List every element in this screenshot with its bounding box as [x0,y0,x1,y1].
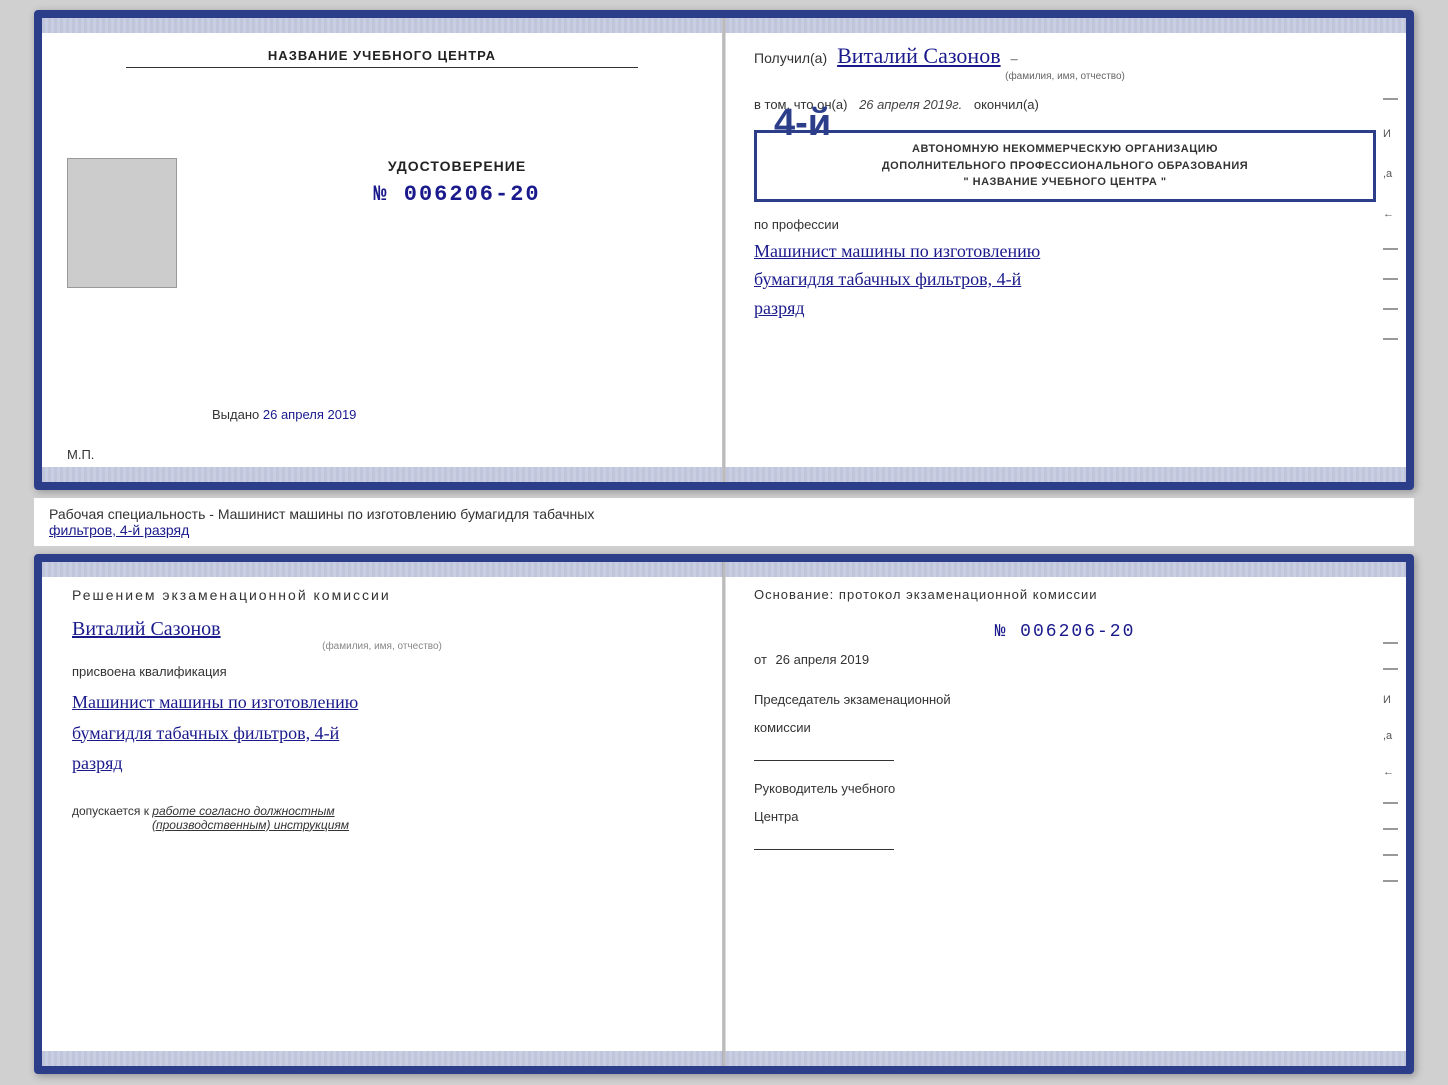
dopusk-prefix: допускается к [72,804,149,818]
dash-1: – [1011,52,1018,68]
qualification-line2: бумагидля табачных фильтров, 4-й [72,718,692,749]
deco-line-3 [1383,278,1398,280]
vtom-date: 26 апреля 2019г. [859,97,962,112]
cert-spine [723,18,726,482]
deco-line-2 [1383,248,1398,250]
rukovoditel-block: Руководитель учебного Центра [754,781,1376,850]
vydano-label: Выдано [212,407,259,422]
rukovoditel-signature-line [754,849,894,850]
resheniem-title: Решением экзаменационной комиссии [72,587,692,603]
dopusk-value: работе согласно должностным [152,804,334,818]
bottom-right-panel: Основание: протокол экзаменационной коми… [724,562,1406,1066]
bottom-left-panel: Решением экзаменационной комиссии Витали… [42,562,724,1066]
ot-date: от 26 апреля 2019 [754,652,1376,667]
profession-line2: бумагидля табачных фильтров, 4-й [754,265,1376,294]
predsedatel-label2: комиссии [754,720,1376,735]
bottom-name: Виталий Сазонов [72,618,692,641]
b-deco-i: И [1383,694,1398,706]
rukovoditel-label2: Центра [754,809,1376,824]
b-deco-line-5 [1383,854,1398,856]
middle-text-main: Рабочая специальность - Машинист машины … [49,506,594,522]
bottom-certificate: Решением экзаменационной комиссии Витали… [34,554,1414,1074]
qualification-line1: Машинист машины по изготовлению [72,687,692,718]
predsedatel-signature-line [754,760,894,761]
poluchil-name: Виталий Сазонов [837,43,1000,69]
b-deco-line-2 [1383,668,1398,670]
cert-right-panel: Получил(а) Виталий Сазонов – (фамилия, и… [724,18,1406,482]
bottom-fio-label: (фамилия, имя, отчество) [72,641,692,652]
prisvoena-label: присвоена квалификация [72,664,692,679]
okonchil: окончил(а) [974,97,1039,112]
po-professii: по профессии [754,217,1376,232]
b-deco-line-3 [1383,802,1398,804]
dopusk-value2: (производственным) инструкциям [152,818,349,832]
b-deco-a: ,а [1383,730,1398,742]
b-deco-line-4 [1383,828,1398,830]
stamp-line2: ДОПОЛНИТЕЛЬНОГО ПРОФЕССИОНАЛЬНОГО ОБРАЗО… [772,158,1358,175]
deco-line-1 [1383,98,1398,100]
stamp-line1: АВТОНОМНУЮ НЕКОММЕРЧЕСКУЮ ОРГАНИЗАЦИЮ [772,141,1358,158]
middle-text-underline: фильтров, 4-й разряд [49,522,189,538]
cert-left-panel: НАЗВАНИЕ УЧЕБНОГО ЦЕНТРА УДОСТОВЕРЕНИЕ №… [42,18,724,482]
deco-line-5 [1383,338,1398,340]
vtom-line: в том, что он(а) 26 апреля 2019г. окончи… [754,97,1376,112]
qualification-line3: разряд [72,748,692,779]
profession-line3: разряд [754,294,1376,323]
stamp-line3: " НАЗВАНИЕ УЧЕБНОГО ЦЕНТРА " [772,174,1358,191]
vydano-line: Выдано 26 апреля 2019 [212,407,356,422]
deco-i: И [1383,128,1398,140]
bottom-cert-spine [723,562,726,1066]
udostoverenie-block: УДОСТОВЕРЕНИЕ № 006206-20 [212,158,702,207]
bottom-right-decorations: И ,а ← [1383,642,1398,882]
ot-date-value: 26 апреля 2019 [776,652,870,667]
page-container: НАЗВАНИЕ УЧЕБНОГО ЦЕНТРА УДОСТОВЕРЕНИЕ №… [0,0,1448,1085]
b-deco-arrow: ← [1383,766,1398,778]
b-deco-line-1 [1383,642,1398,644]
middle-text-strip: Рабочая специальность - Машинист машины … [34,498,1414,546]
stamp-box: АВТОНОМНУЮ НЕКОММЕРЧЕСКУЮ ОРГАНИЗАЦИЮ ДО… [754,130,1376,202]
ot-label: от [754,652,767,667]
udostoverenie-title: УДОСТОВЕРЕНИЕ [212,158,702,174]
top-certificate: НАЗВАНИЕ УЧЕБНОГО ЦЕНТРА УДОСТОВЕРЕНИЕ №… [34,10,1414,490]
photo-placeholder [67,158,177,288]
right-decorations: И ,а ← [1383,98,1398,340]
profession-line1: Машинист машины по изготовлению [754,237,1376,266]
deco-a: ,а [1383,168,1398,180]
poluchil-prefix: Получил(а) [754,50,827,66]
deco-arrow: ← [1383,208,1398,220]
protocol-number: № 006206-20 [754,622,1376,642]
mp-label: М.П. [67,447,94,462]
udostoverenie-number: № 006206-20 [212,182,702,207]
b-deco-line-6 [1383,880,1398,882]
dopuskaetsya-block: допускается к работе согласно должностны… [72,804,692,832]
predsedatel-label1: Председатель экзаменационной [754,692,1376,707]
rukovoditel-label1: Руководитель учебного [754,781,1376,796]
training-center-label: НАЗВАНИЕ УЧЕБНОГО ЦЕНТРА [126,48,638,68]
deco-line-4 [1383,308,1398,310]
predsedatel-block: Председатель экзаменационной комиссии [754,692,1376,761]
vydano-date: 26 апреля 2019 [263,407,357,422]
osnovanie-title: Основание: протокол экзаменационной коми… [754,587,1376,602]
fio-label-top: (фамилия, имя, отчество) [754,71,1376,82]
